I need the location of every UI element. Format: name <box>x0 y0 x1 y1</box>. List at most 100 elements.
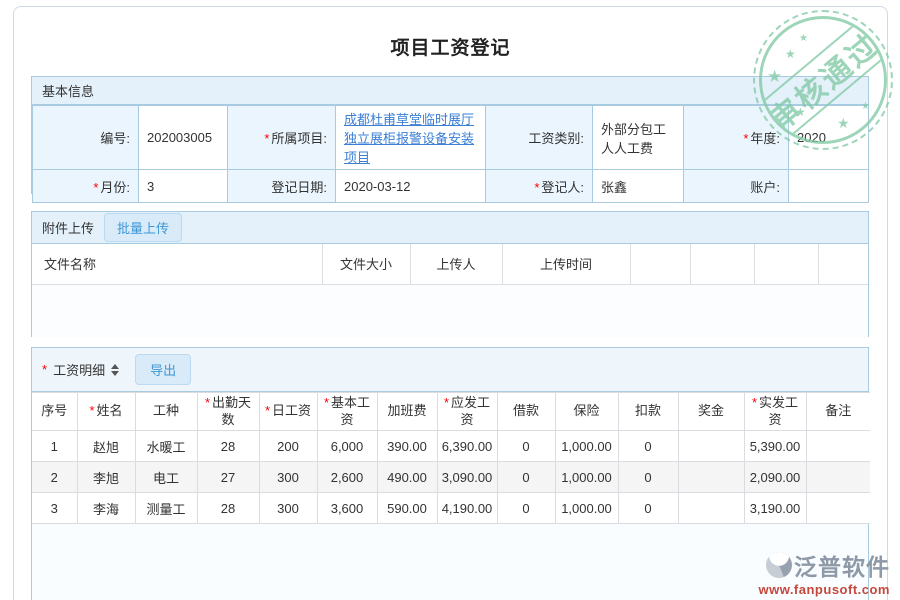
field-value-number: 202003005 <box>139 106 228 170</box>
field-label-year: *年度: <box>684 106 789 170</box>
column-header-daily-wage: *日工资 <box>259 393 317 431</box>
column-header-overtime-pay: 加班费 <box>377 393 437 431</box>
basic-info-title: 基本信息 <box>42 81 94 100</box>
cell-loan: 0 <box>497 431 555 462</box>
cell-base-salary: 3,600 <box>317 493 377 524</box>
column-header-trade: 工种 <box>135 393 197 431</box>
cell-payable-salary: 4,190.00 <box>437 493 497 524</box>
cell-bonus <box>678 462 744 493</box>
column-header-name: *姓名 <box>77 393 135 431</box>
cell-name: 赵旭 <box>77 431 135 462</box>
attachments-table: 文件名称文件大小上传人上传时间 <box>32 244 868 285</box>
attachments-title: 附件上传 <box>42 218 94 237</box>
required-asterisk: * <box>265 403 270 418</box>
file-column-1: 文件大小 <box>322 244 410 284</box>
project-link[interactable]: 成都杜甫草堂临时展厅独立展柜报警设备安装项目 <box>344 112 474 165</box>
field-value-month: 3 <box>139 170 228 203</box>
field-value-project: 成都杜甫草堂临时展厅独立展柜报警设备安装项目 <box>336 106 486 170</box>
basic-info-row: 编号:202003005*所属项目:成都杜甫草堂临时展厅独立展柜报警设备安装项目… <box>33 106 869 170</box>
field-value-year: 2020 <box>789 106 869 170</box>
column-header-attendance-days: *出勤天数 <box>197 393 259 431</box>
file-column-2: 上传人 <box>410 244 502 284</box>
cell-trade: 电工 <box>135 462 197 493</box>
salary-detail-title: 工资明细 <box>53 360 105 379</box>
footer-logo-url: www.fanpusoft.com <box>730 582 890 597</box>
footer-logo: 泛普软件 www.fanpusoft.com <box>730 548 890 597</box>
cell-insurance: 1,000.00 <box>555 431 618 462</box>
cell-net-salary: 3,190.00 <box>744 493 806 524</box>
salary-detail-table: 序号*姓名工种*出勤天数*日工资*基本工资加班费*应发工资借款保险扣款奖金*实发… <box>32 392 870 524</box>
cell-trade: 测量工 <box>135 493 197 524</box>
column-header-base-salary: *基本工资 <box>317 393 377 431</box>
field-label-number: 编号: <box>33 106 139 170</box>
file-column-3: 上传时间 <box>502 244 630 284</box>
required-asterisk: * <box>264 131 269 146</box>
cell-attendance-days: 28 <box>197 493 259 524</box>
fanpu-logo-icon <box>761 547 798 584</box>
cell-seq: 3 <box>32 493 77 524</box>
attachments-empty-area <box>32 285 868 338</box>
cell-trade: 水暖工 <box>135 431 197 462</box>
salary-detail-header-row: 序号*姓名工种*出勤天数*日工资*基本工资加班费*应发工资借款保险扣款奖金*实发… <box>32 393 870 431</box>
page-container: 项目工资登记 基本信息 编号:202003005*所属项目:成都杜甫草堂临时展厅… <box>13 6 888 600</box>
required-asterisk: * <box>205 395 210 410</box>
cell-attendance-days: 28 <box>197 431 259 462</box>
cell-daily-wage: 300 <box>259 493 317 524</box>
cell-base-salary: 2,600 <box>317 462 377 493</box>
footer-logo-name: 泛普软件 <box>794 548 890 582</box>
field-label-registrant: *登记人: <box>486 170 593 203</box>
field-value-salary-type: 外部分包工人人工费 <box>593 106 684 170</box>
field-label-project: *所属项目: <box>228 106 336 170</box>
cell-daily-wage: 300 <box>259 462 317 493</box>
cell-overtime-pay: 390.00 <box>377 431 437 462</box>
required-asterisk: * <box>752 395 757 410</box>
cell-overtime-pay: 490.00 <box>377 462 437 493</box>
table-row[interactable]: 1赵旭水暖工282006,000390.006,390.0001,000.000… <box>32 431 870 462</box>
column-header-loan: 借款 <box>497 393 555 431</box>
cell-name: 李海 <box>77 493 135 524</box>
salary-detail-header: * 工资明细 导出 <box>32 348 868 392</box>
required-asterisk: * <box>324 395 329 410</box>
cell-insurance: 1,000.00 <box>555 462 618 493</box>
required-asterisk: * <box>93 180 98 195</box>
cell-attendance-days: 27 <box>197 462 259 493</box>
sort-up-icon <box>111 364 119 369</box>
field-value-account <box>789 170 869 203</box>
basic-info-grid: 编号:202003005*所属项目:成都杜甫草堂临时展厅独立展柜报警设备安装项目… <box>32 105 869 203</box>
basic-info-header: 基本信息 <box>32 77 868 105</box>
field-value-register-date: 2020-03-12 <box>336 170 486 203</box>
field-label-register-date: 登记日期: <box>228 170 336 203</box>
required-asterisk: * <box>42 362 47 377</box>
field-label-salary-type: 工资类别: <box>486 106 593 170</box>
sort-arrows-icon[interactable] <box>111 364 119 376</box>
basic-info-section: 基本信息 编号:202003005*所属项目:成都杜甫草堂临时展厅独立展柜报警设… <box>31 76 869 194</box>
file-column-empty <box>630 244 690 284</box>
export-button[interactable]: 导出 <box>135 354 191 385</box>
cell-payable-salary: 6,390.00 <box>437 431 497 462</box>
cell-net-salary: 2,090.00 <box>744 462 806 493</box>
cell-loan: 0 <box>497 462 555 493</box>
file-column-empty <box>818 244 868 284</box>
required-asterisk: * <box>534 180 539 195</box>
field-value-registrant: 张鑫 <box>593 170 684 203</box>
cell-insurance: 1,000.00 <box>555 493 618 524</box>
column-header-net-salary: *实发工资 <box>744 393 806 431</box>
cell-name: 李旭 <box>77 462 135 493</box>
file-column-0: 文件名称 <box>32 244 322 284</box>
required-asterisk: * <box>743 131 748 146</box>
column-header-bonus: 奖金 <box>678 393 744 431</box>
table-row[interactable]: 3李海测量工283003,600590.004,190.0001,000.000… <box>32 493 870 524</box>
cell-bonus <box>678 493 744 524</box>
batch-upload-button[interactable]: 批量上传 <box>104 213 182 242</box>
basic-info-row: *月份:3登记日期:2020-03-12*登记人:张鑫账户: <box>33 170 869 203</box>
cell-base-salary: 6,000 <box>317 431 377 462</box>
cell-deduction: 0 <box>618 431 678 462</box>
column-header-payable-salary: *应发工资 <box>437 393 497 431</box>
attachments-section: 附件上传 批量上传 文件名称文件大小上传人上传时间 <box>31 211 869 337</box>
field-label-account: 账户: <box>684 170 789 203</box>
file-column-empty <box>690 244 754 284</box>
table-row[interactable]: 2李旭电工273002,600490.003,090.0001,000.0002… <box>32 462 870 493</box>
sort-down-icon <box>111 371 119 376</box>
cell-loan: 0 <box>497 493 555 524</box>
cell-remark <box>806 462 870 493</box>
